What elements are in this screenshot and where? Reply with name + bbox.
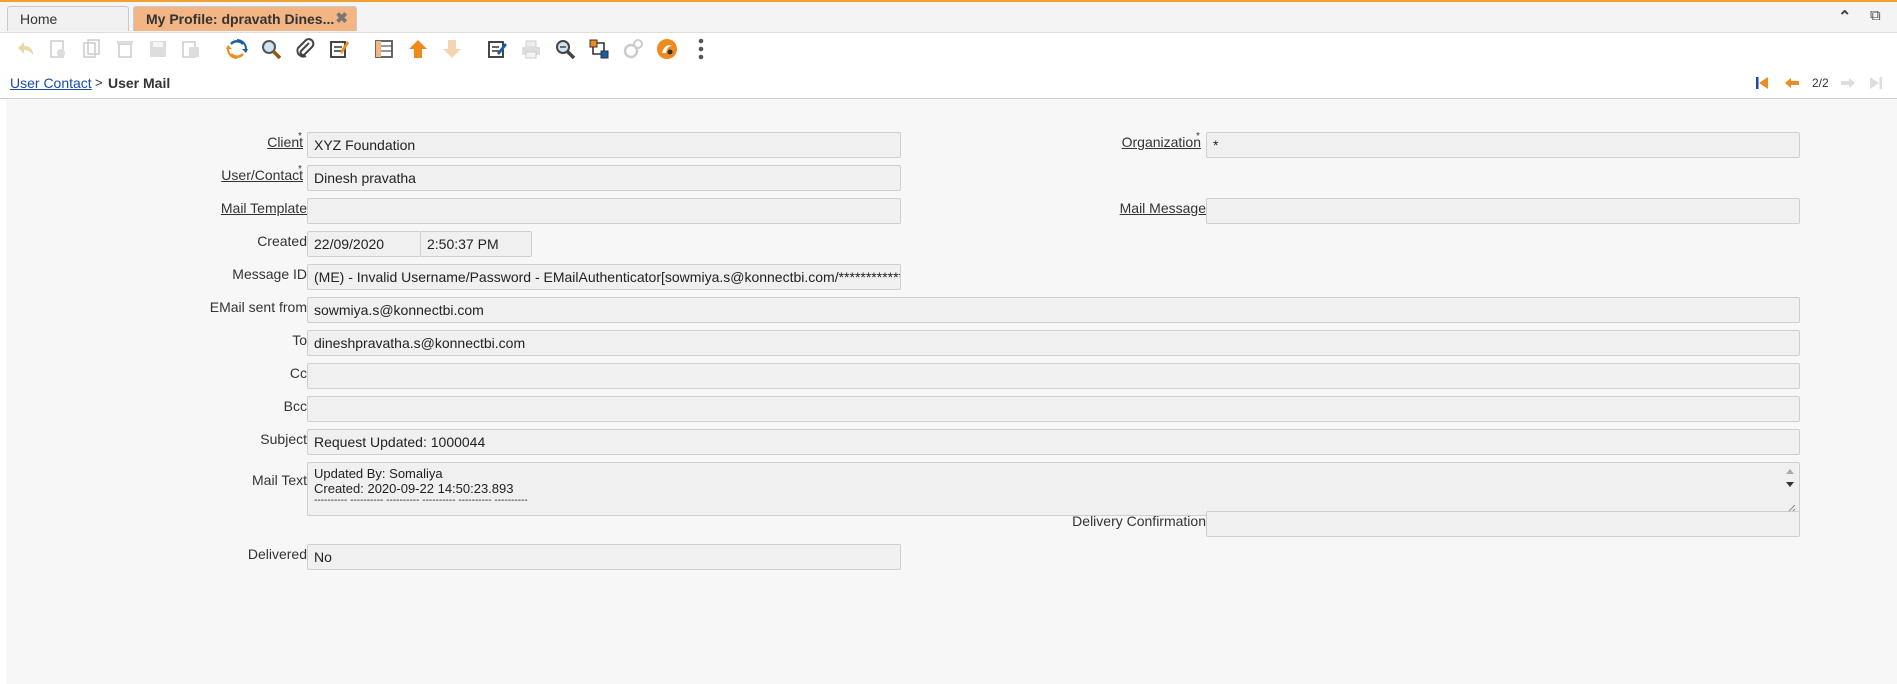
close-tab-icon[interactable]: ✖ xyxy=(335,7,348,31)
find-icon[interactable] xyxy=(258,37,284,61)
scrollbar-arrows-icon[interactable] xyxy=(1784,466,1796,490)
organization-field[interactable]: * xyxy=(1206,132,1800,158)
message-id-label: Message ID xyxy=(232,266,307,282)
new-icon[interactable] xyxy=(44,37,70,61)
delivery-confirmation-label: Delivery Confirmation xyxy=(1072,513,1206,529)
detail-record-icon[interactable] xyxy=(439,37,465,61)
print-icon[interactable] xyxy=(518,37,544,61)
bcc-field[interactable] xyxy=(307,396,1800,422)
detach-window-icon[interactable]: ⧉ xyxy=(1870,7,1881,24)
parent-record-icon[interactable] xyxy=(405,37,431,61)
user-contact-mandatory-marker: * xyxy=(298,164,302,175)
user-mail-form: Client * XYZ Foundation Organization * *… xyxy=(6,99,1897,684)
email-from-field[interactable]: sowmiya.s@konnectbi.com xyxy=(307,297,1800,323)
mail-text-line: Updated By: Somaliya xyxy=(314,466,443,481)
record-position: 2/2 xyxy=(1812,76,1829,90)
client-mandatory-marker: * xyxy=(298,131,302,142)
note-icon[interactable] xyxy=(326,37,352,61)
mail-template-label[interactable]: Mail Template xyxy=(221,200,307,216)
tab-my-profile[interactable]: My Profile: dpravath Dines... ✖ xyxy=(133,6,357,31)
created-label: Created xyxy=(257,233,307,249)
breadcrumb: User Contact > User Mail 2/2 xyxy=(0,66,1897,99)
save-icon[interactable] xyxy=(145,37,171,61)
report-icon[interactable] xyxy=(484,37,510,61)
delete-icon[interactable] xyxy=(112,37,138,61)
previous-record-icon[interactable] xyxy=(1784,75,1800,91)
message-id-field[interactable]: (ME) - Invalid Username/Password - EMail… xyxy=(307,264,901,290)
toolbar xyxy=(0,33,1897,65)
grid-toggle-icon[interactable] xyxy=(371,37,397,61)
subject-field[interactable]: Request Updated: 1000044 xyxy=(307,429,1800,455)
breadcrumb-separator: > xyxy=(95,75,103,90)
attachment-icon[interactable] xyxy=(292,37,318,61)
mail-message-label[interactable]: Mail Message xyxy=(1120,200,1206,216)
organization-mandatory-marker: * xyxy=(1196,131,1200,142)
breadcrumb-current: User Mail xyxy=(108,75,171,91)
client-field[interactable]: XYZ Foundation xyxy=(307,132,901,158)
cc-label: Cc xyxy=(289,365,307,381)
window-tab-bar: Home (105884) My Profile: dpravath Dines… xyxy=(0,2,1897,51)
undo-icon[interactable] xyxy=(12,37,38,61)
user-contact-label[interactable]: User/Contact xyxy=(221,167,303,183)
copy-icon[interactable] xyxy=(78,37,104,61)
first-record-icon[interactable] xyxy=(1754,75,1770,91)
product-info-icon[interactable] xyxy=(654,37,680,61)
mail-message-field[interactable] xyxy=(1206,198,1800,224)
refresh-icon[interactable] xyxy=(224,37,250,61)
tab-my-profile-label: My Profile: dpravath Dines... xyxy=(146,11,335,27)
delivered-label: Delivered xyxy=(247,546,307,562)
zoom-across-icon[interactable] xyxy=(552,37,578,61)
process-icon[interactable] xyxy=(620,37,646,61)
mail-text-area[interactable]: Updated By: Somaliya Created: 2020-09-22… xyxy=(307,462,1800,516)
cc-field[interactable] xyxy=(307,363,1800,389)
delivery-confirmation-field[interactable] xyxy=(1206,511,1800,537)
mail-template-field[interactable] xyxy=(307,198,901,224)
last-record-icon[interactable] xyxy=(1868,75,1884,91)
to-label: To xyxy=(292,332,307,348)
bcc-label: Bcc xyxy=(283,398,307,414)
more-icon[interactable] xyxy=(688,37,714,61)
created-date-field[interactable]: 22/09/2020 xyxy=(307,231,421,257)
subject-label: Subject xyxy=(260,431,307,447)
email-from-label: EMail sent from xyxy=(209,299,307,315)
user-contact-field[interactable]: Dinesh pravatha xyxy=(307,165,901,191)
mail-text-line: ---------- ---------- ---------- -------… xyxy=(314,495,528,506)
next-record-icon[interactable] xyxy=(1840,75,1856,91)
delivered-field[interactable]: No xyxy=(307,544,901,570)
workflow-icon[interactable] xyxy=(586,37,612,61)
tab-home[interactable]: Home (105884) xyxy=(7,6,129,51)
mail-text-line: Created: 2020-09-22 14:50:23.893 xyxy=(314,481,514,496)
to-field[interactable]: dineshpravatha.s@konnectbi.com xyxy=(307,330,1800,356)
created-time-field[interactable]: 2:50:37 PM xyxy=(420,231,532,257)
breadcrumb-user-contact-link[interactable]: User Contact xyxy=(10,75,92,91)
organization-label[interactable]: Organization xyxy=(1122,134,1201,150)
save-new-icon[interactable] xyxy=(178,37,204,61)
collapse-icon[interactable]: ⌃ xyxy=(1838,7,1851,27)
mail-text-label: Mail Text xyxy=(252,472,307,488)
